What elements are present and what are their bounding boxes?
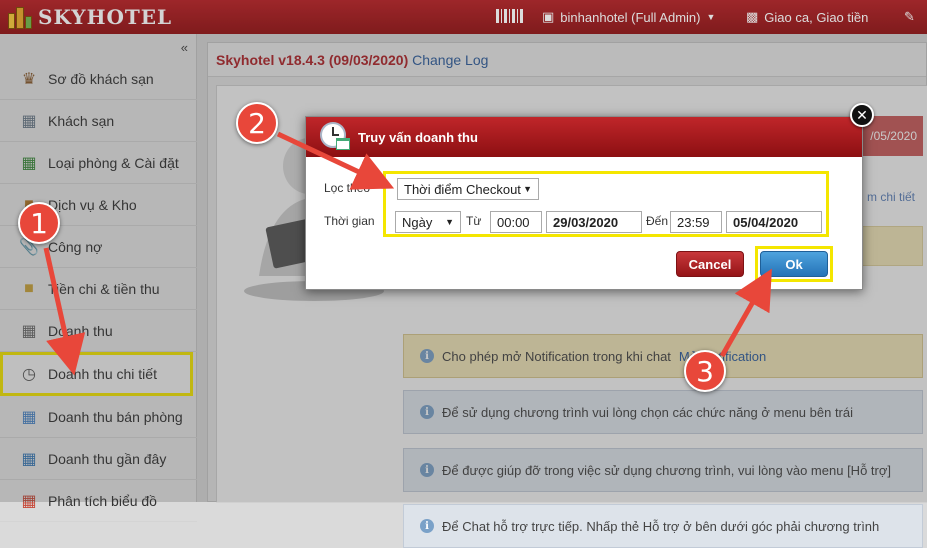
close-dialog-button[interactable]: ✕ <box>850 103 874 127</box>
filter-label: Lọc theo <box>324 181 371 195</box>
from-label: Từ <box>466 214 482 228</box>
period-select-value: Ngày <box>402 214 433 230</box>
from-time-input[interactable] <box>490 211 542 233</box>
modal-backdrop-top <box>0 0 927 34</box>
cancel-button[interactable]: Cancel <box>676 251 744 277</box>
ok-button[interactable]: Ok <box>760 251 828 277</box>
dialog-title-bar: Truy vấn doanh thu <box>306 117 862 157</box>
filter-select[interactable]: Thời điểm Checkout ▼ <box>397 178 539 200</box>
from-date-input[interactable] <box>546 211 642 233</box>
clock-calendar-icon <box>320 122 350 152</box>
step-2-badge: 2 <box>236 102 278 144</box>
chevron-down-icon: ▼ <box>445 217 454 227</box>
time-label: Thời gian <box>324 214 375 228</box>
notice-text: Để Chat hỗ trợ trực tiếp. Nhấp thẻ Hỗ tr… <box>442 518 880 534</box>
filter-select-value: Thời điểm Checkout <box>404 181 521 197</box>
step-3-badge: 3 <box>684 350 726 392</box>
chevron-down-icon: ▼ <box>523 184 532 194</box>
to-date-input[interactable] <box>726 211 822 233</box>
info-icon: i <box>420 519 434 533</box>
to-time-input[interactable] <box>670 211 722 233</box>
dialog-title: Truy vấn doanh thu <box>358 129 478 145</box>
step-1-badge: 1 <box>18 202 60 244</box>
revenue-query-dialog: Truy vấn doanh thu ✕ Lọc theo Thời điểm … <box>305 103 874 290</box>
to-label: Đến <box>646 214 669 228</box>
period-select[interactable]: Ngày ▼ <box>395 211 461 233</box>
close-icon: ✕ <box>856 106 868 123</box>
notice-chat-support: i Để Chat hỗ trợ trực tiếp. Nhấp thẻ Hỗ … <box>403 504 923 548</box>
